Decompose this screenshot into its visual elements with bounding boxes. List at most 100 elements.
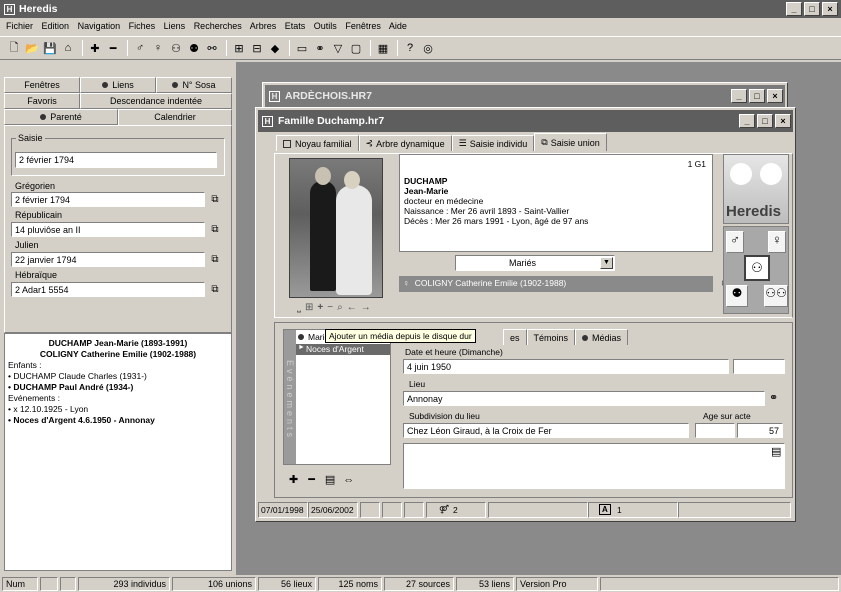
tab-temoins[interactable]: Témoins — [526, 329, 576, 345]
back-window-titlebar[interactable]: H ARDÈCHOIS.HR7 _ □ × — [265, 85, 785, 107]
copy-republicain-icon[interactable]: ⧉ — [207, 222, 223, 236]
window-icon[interactable]: ▭ — [294, 40, 310, 56]
back-minimize-button[interactable]: _ — [731, 89, 747, 103]
family-minimize-button[interactable]: _ — [739, 114, 755, 128]
lieu-search-icon[interactable]: ⚭ — [769, 391, 778, 404]
family-close-button[interactable]: × — [775, 114, 791, 128]
notes-icon[interactable]: ▤ — [771, 445, 781, 458]
menu-outils[interactable]: Outils — [314, 21, 337, 31]
copy-gregorien-icon[interactable]: ⧉ — [207, 192, 223, 206]
event-item-noces[interactable]: ► Noces d'Argent — [296, 344, 390, 355]
link-icon[interactable]: ⚯ — [204, 40, 220, 56]
summary-event-2[interactable]: • Noces d'Argent 4.6.1950 - Annonay — [8, 415, 228, 426]
saisie-input[interactable]: 2 février 1794 — [15, 152, 217, 168]
compass-icon[interactable]: ◆ — [267, 40, 283, 56]
tab-sosa[interactable]: N° Sosa — [156, 77, 232, 93]
chart-icon[interactable]: ⊟ — [249, 40, 265, 56]
copy-julien-icon[interactable]: ⧉ — [207, 252, 223, 266]
summary-child-1[interactable]: • DUCHAMP Claude Charles (1931-) — [8, 371, 228, 382]
calendar-icon[interactable]: ▦ — [375, 40, 391, 56]
dropdown-arrow-icon: ▼ — [600, 257, 613, 269]
copy-hebraique-icon[interactable]: ⧉ — [207, 282, 223, 296]
menu-liens[interactable]: Liens — [164, 21, 186, 31]
save-icon[interactable]: 💾 — [42, 40, 58, 56]
summary-event-1[interactable]: • x 12.10.1925 - Lyon — [8, 404, 228, 415]
mother-button[interactable]: ♀ — [768, 231, 786, 253]
menu-recherches[interactable]: Recherches — [194, 21, 242, 31]
children-button[interactable]: ⚇⚇ — [764, 285, 788, 307]
time-input[interactable] — [733, 359, 785, 374]
media-zoom-icon[interactable]: ⌕ — [337, 302, 343, 313]
wedding-photo[interactable] — [289, 158, 383, 298]
tab-calendrier[interactable]: Calendrier — [118, 109, 232, 125]
menu-navigation[interactable]: Navigation — [78, 21, 121, 31]
tab-favoris[interactable]: Favoris — [4, 93, 80, 109]
toolbar: 🗋 📂 💾 ⌂ ✚ ━ ♂ ♀ ⚇ ⚉ ⚯ ⊞ ⊟ ◆ ▭ ⚭ ▽ ▢ ▦ ? … — [0, 36, 841, 60]
web-icon[interactable]: ◎ — [420, 40, 436, 56]
add-event-icon[interactable]: ✚ — [289, 473, 298, 486]
help-icon[interactable]: ? — [402, 40, 418, 56]
app-titlebar[interactable]: H Heredis _ □ × — [0, 0, 841, 18]
media-grid-icon[interactable]: ⊞ — [305, 302, 313, 313]
menu-fiches[interactable]: Fiches — [129, 21, 156, 31]
media-add-icon[interactable]: + — [317, 302, 323, 313]
page-icon[interactable]: ▢ — [348, 40, 364, 56]
menu-aide[interactable]: Aide — [389, 21, 407, 31]
tab-arbre-dynamique[interactable]: ⊰ Arbre dynamique — [358, 135, 452, 151]
person-panel[interactable]: 1 G1 DUCHAMP Jean-Marie docteur en médec… — [399, 154, 713, 252]
summary-husband[interactable]: DUCHAMP Jean-Marie (1893-1991) — [8, 338, 228, 349]
current-couple-button[interactable]: ⚇ — [744, 255, 770, 281]
media-prev-icon[interactable]: ⎵ — [297, 302, 301, 313]
new-icon[interactable]: 🗋 — [6, 40, 22, 56]
tab-parente[interactable]: Parenté — [4, 109, 118, 125]
add-icon[interactable]: ✚ — [87, 40, 103, 56]
media-back-icon[interactable]: ← — [347, 302, 357, 313]
back-maximize-button[interactable]: □ — [749, 89, 765, 103]
menu-fichier[interactable]: Fichier — [6, 21, 33, 31]
father-button[interactable]: ♂ — [726, 231, 744, 253]
spouse-row[interactable]: ♀ COLIGNY Catherine Emilie (1902-1988) — [399, 276, 713, 292]
back-close-button[interactable]: × — [767, 89, 783, 103]
menu-etats[interactable]: Etats — [285, 21, 306, 31]
close-button[interactable]: × — [822, 2, 838, 16]
remove-icon[interactable]: ━ — [105, 40, 121, 56]
siblings-button[interactable]: ⚉ — [726, 285, 748, 307]
menu-fenetres[interactable]: Fenêtres — [345, 21, 381, 31]
date-input[interactable]: 4 juin 1950 — [403, 359, 729, 374]
tab-saisie-union[interactable]: ⧉ Saisie union — [534, 133, 607, 151]
event-details-icon[interactable]: ▤ — [325, 473, 335, 486]
binoculars-icon[interactable]: ⚭ — [312, 40, 328, 56]
dropdown-icon[interactable]: ▽ — [330, 40, 346, 56]
lieu-input[interactable]: Annonay — [403, 391, 765, 406]
age-input[interactable] — [695, 423, 735, 438]
person-woman-icon[interactable]: ♀ — [150, 40, 166, 56]
tab-saisie-individu[interactable]: ☰ Saisie individu — [451, 135, 535, 151]
tree-icon[interactable]: ⊞ — [231, 40, 247, 56]
person-man-icon[interactable]: ♂ — [132, 40, 148, 56]
home-icon[interactable]: ⌂ — [60, 40, 76, 56]
tab-liens[interactable]: Liens — [80, 77, 156, 93]
notes-textarea[interactable] — [403, 443, 785, 489]
maximize-button[interactable]: □ — [804, 2, 820, 16]
family-window-titlebar[interactable]: H Famille Duchamp.hr7 _ □ × — [258, 110, 793, 132]
open-icon[interactable]: 📂 — [24, 40, 40, 56]
subdivision-input[interactable]: Chez Léon Giraud, à la Croix de Fer — [403, 423, 689, 438]
family-maximize-button[interactable]: □ — [757, 114, 773, 128]
summary-child-2[interactable]: • DUCHAMP Paul André (1934-) — [8, 382, 228, 393]
menu-arbres[interactable]: Arbres — [250, 21, 277, 31]
tab-descendance[interactable]: Descendance indentée — [80, 93, 232, 109]
summary-wife[interactable]: COLIGNY Catherine Emilie (1902-1988) — [8, 349, 228, 360]
tab-noyau-familial[interactable]: Noyau familial — [276, 135, 359, 151]
tab-events-detail[interactable]: es — [503, 329, 527, 345]
couple-icon[interactable]: ⚉ — [186, 40, 202, 56]
minimize-button[interactable]: _ — [786, 2, 802, 16]
union-status-select[interactable]: Mariés ▼ — [455, 255, 615, 271]
tab-medias[interactable]: Médias — [575, 329, 629, 345]
family-icon[interactable]: ⚇ — [168, 40, 184, 56]
event-swap-icon[interactable]: ⇔ — [343, 474, 354, 486]
tab-fenetres[interactable]: Fenêtres — [4, 77, 80, 93]
media-forward-icon[interactable]: → — [361, 302, 371, 313]
remove-event-icon[interactable]: ━ — [308, 473, 315, 486]
media-remove-icon[interactable]: − — [327, 302, 333, 313]
menu-edition[interactable]: Edition — [42, 21, 70, 31]
